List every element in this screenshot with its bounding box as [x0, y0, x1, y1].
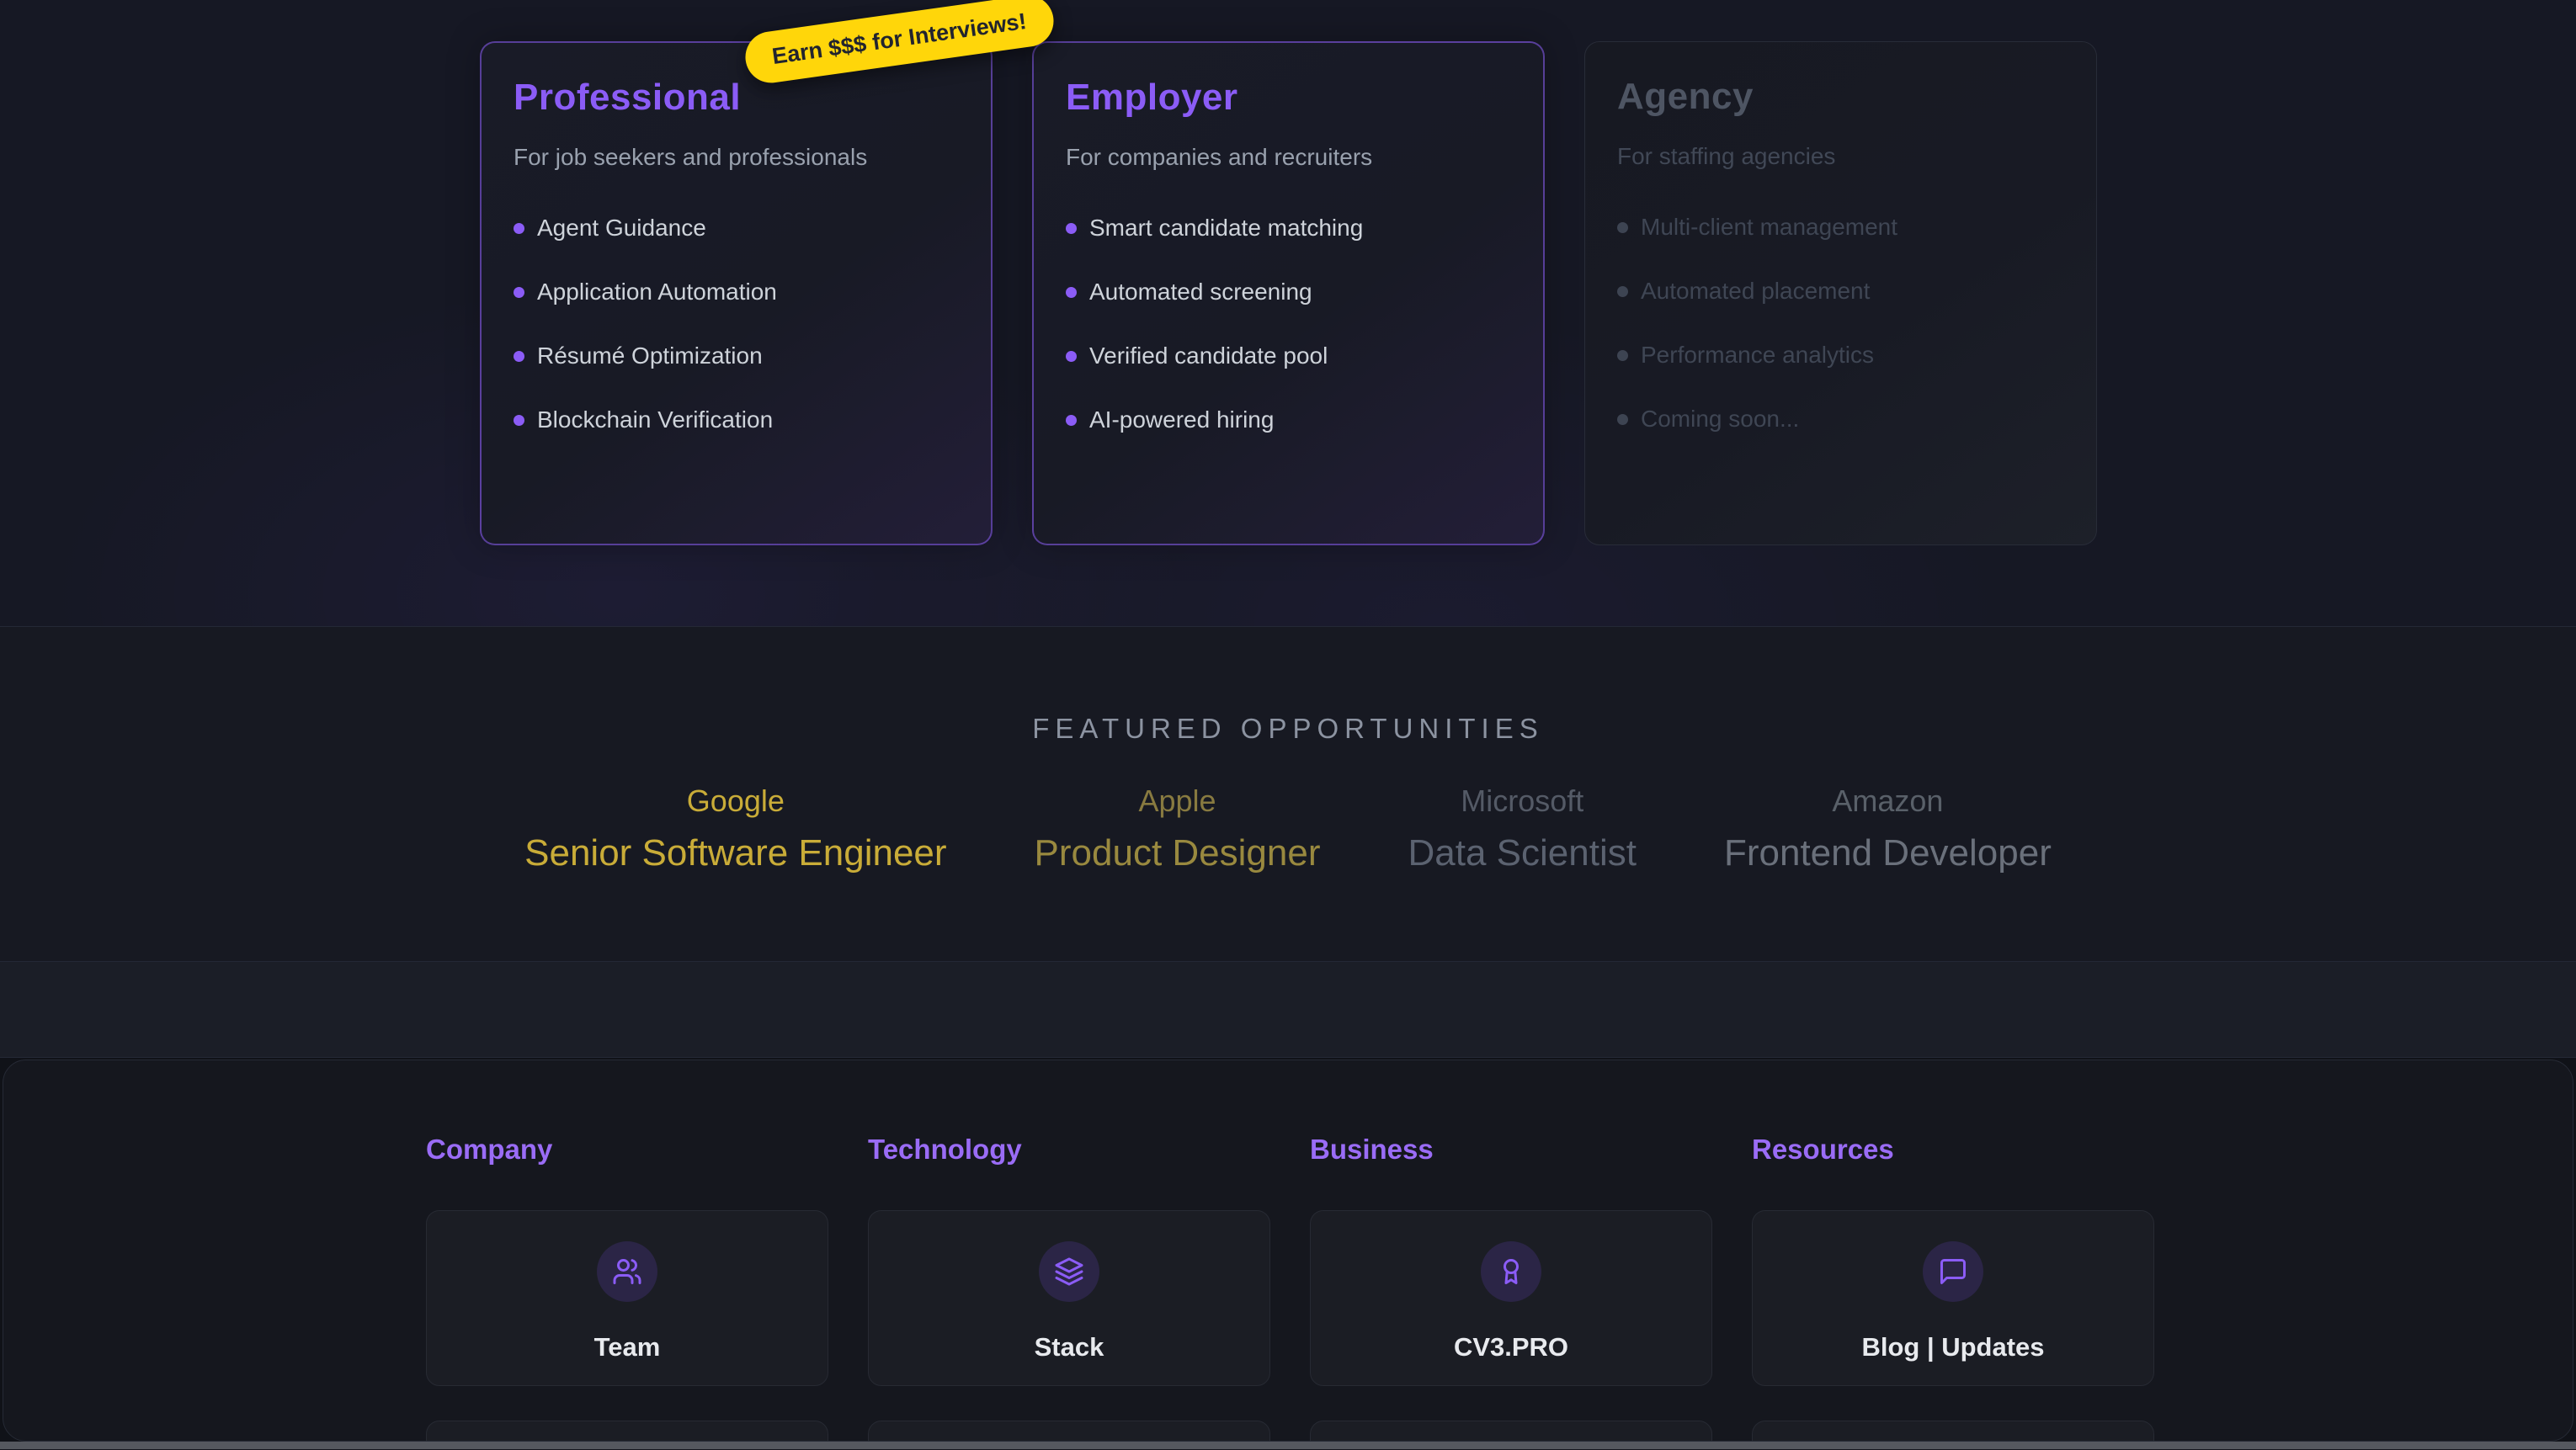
job-company: Apple — [1035, 783, 1321, 819]
footer-column-business: Business CV3.PRO — [1310, 1134, 1712, 1442]
plan-feature: Automated screening — [1066, 279, 1511, 305]
plan-feature: Application Automation — [514, 279, 959, 305]
job-title: Senior Software Engineer — [524, 832, 946, 874]
footer-grid: Company Team Technology — [426, 1134, 2154, 1442]
footer-card-blog[interactable]: Blog | Updates — [1752, 1210, 2154, 1386]
job-title: Frontend Developer — [1724, 832, 2052, 874]
job-title: Product Designer — [1035, 832, 1321, 874]
plan-title: Agency — [1617, 76, 2064, 118]
users-icon — [597, 1241, 657, 1302]
job-company: Amazon — [1724, 783, 2052, 819]
divider-band — [0, 962, 2576, 1058]
featured-job-apple[interactable]: Apple Product Designer — [1035, 783, 1321, 874]
plan-card-agency: Agency For staffing agencies Multi-clien… — [1584, 41, 2097, 545]
plan-card-professional[interactable]: Professional For job seekers and profess… — [480, 41, 993, 545]
bullet-dot-icon — [1066, 351, 1077, 362]
plan-feature-list: Smart candidate matching Automated scree… — [1066, 215, 1511, 433]
plan-feature: Blockchain Verification — [514, 406, 959, 433]
bullet-dot-icon — [1617, 350, 1628, 361]
plan-feature-list: Agent Guidance Application Automation Ré… — [514, 215, 959, 433]
footer-card-label: Stack — [1035, 1332, 1104, 1362]
plan-card-employer[interactable]: Employer For companies and recruiters Sm… — [1032, 41, 1545, 545]
bullet-dot-icon — [1617, 414, 1628, 425]
chat-icon — [1923, 1241, 1983, 1302]
footer-panel: Company Team Technology — [3, 1060, 2573, 1442]
featured-opportunities-section: FEATURED OPPORTUNITIES Google Senior Sof… — [0, 627, 2576, 962]
footer-column-resources: Resources Blog | Updates — [1752, 1134, 2154, 1442]
job-company: Google — [524, 783, 946, 819]
plan-feature: Verified candidate pool — [1066, 343, 1511, 369]
plan-cards-row: Professional For job seekers and profess… — [480, 41, 2097, 545]
bullet-dot-icon — [514, 351, 524, 362]
featured-job-google[interactable]: Google Senior Software Engineer — [524, 783, 946, 874]
layers-icon — [1039, 1241, 1099, 1302]
plan-feature: Multi-client management — [1617, 214, 2064, 241]
bullet-dot-icon — [1066, 415, 1077, 426]
plan-subtitle: For staffing agencies — [1617, 143, 2064, 170]
footer-heading: Resources — [1752, 1134, 2154, 1166]
award-icon — [1481, 1241, 1541, 1302]
plan-subtitle: For companies and recruiters — [1066, 144, 1511, 171]
footer-card-partial[interactable] — [1310, 1421, 1712, 1442]
plan-title: Employer — [1066, 77, 1511, 119]
footer-card-label: CV3.PRO — [1454, 1332, 1568, 1362]
footer-section: Company Team Technology — [0, 1058, 2576, 1449]
footer-heading: Company — [426, 1134, 828, 1166]
plan-feature: Coming soon... — [1617, 406, 2064, 433]
bullet-dot-icon — [514, 415, 524, 426]
footer-column-technology: Technology Stack — [868, 1134, 1270, 1442]
plans-section: Earn $$$ for Interviews! Professional Fo… — [0, 0, 2576, 627]
job-company: Microsoft — [1408, 783, 1637, 819]
bullet-dot-icon — [1066, 223, 1077, 234]
job-title: Data Scientist — [1408, 832, 1637, 874]
featured-heading: FEATURED OPPORTUNITIES — [0, 627, 2576, 745]
bullet-dot-icon — [1617, 286, 1628, 297]
footer-card-label: Team — [594, 1332, 661, 1362]
plan-feature: Performance analytics — [1617, 342, 2064, 369]
plan-subtitle: For job seekers and professionals — [514, 144, 959, 171]
footer-card-partial[interactable] — [426, 1421, 828, 1442]
footer-heading: Technology — [868, 1134, 1270, 1166]
plan-feature: AI-powered hiring — [1066, 406, 1511, 433]
footer-card-partial[interactable] — [1752, 1421, 2154, 1442]
plan-feature: Agent Guidance — [514, 215, 959, 242]
plan-title: Professional — [514, 77, 959, 119]
featured-job-amazon[interactable]: Amazon Frontend Developer — [1724, 783, 2052, 874]
plan-feature: Automated placement — [1617, 278, 2064, 305]
footer-column-company: Company Team — [426, 1134, 828, 1442]
footer-card-cv3pro[interactable]: CV3.PRO — [1310, 1210, 1712, 1386]
footer-card-team[interactable]: Team — [426, 1210, 828, 1386]
landing-page: Earn $$$ for Interviews! Professional Fo… — [0, 0, 2576, 1450]
featured-job-microsoft[interactable]: Microsoft Data Scientist — [1408, 783, 1637, 874]
plan-feature: Résumé Optimization — [514, 343, 959, 369]
bullet-dot-icon — [1617, 222, 1628, 233]
plan-feature-list: Multi-client management Automated placem… — [1617, 214, 2064, 433]
footer-card-label: Blog | Updates — [1861, 1332, 2044, 1362]
footer-card-stack[interactable]: Stack — [868, 1210, 1270, 1386]
horizontal-scrollbar[interactable] — [0, 1442, 2576, 1449]
bullet-dot-icon — [1066, 287, 1077, 298]
footer-heading: Business — [1310, 1134, 1712, 1166]
footer-card-partial[interactable] — [868, 1421, 1270, 1442]
bullet-dot-icon — [514, 223, 524, 234]
plan-feature: Smart candidate matching — [1066, 215, 1511, 242]
bullet-dot-icon — [514, 287, 524, 298]
featured-jobs-row: Google Senior Software Engineer Apple Pr… — [0, 783, 2576, 874]
